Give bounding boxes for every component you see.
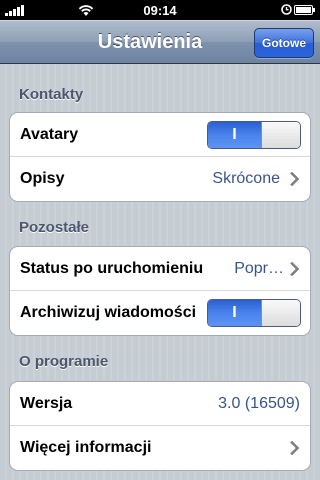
row-label: Avatary [20,125,79,143]
about-group: Wersja 3.0 (16509) Więcej informacji [9,381,311,471]
row-descriptions[interactable]: Opisy Skrócone [10,157,310,201]
row-value: Popr… [234,259,284,277]
row-label: Status po uruchomieniu [20,259,204,277]
archive-toggle[interactable]: I [207,299,301,327]
version-value: 3.0 (16509) [218,394,300,412]
done-button[interactable]: Gotowe [254,28,314,58]
alarm-icon [281,4,292,15]
avatars-toggle[interactable]: I [207,121,301,149]
row-version: Wersja 3.0 (16509) [10,382,310,426]
row-label: Opisy [20,170,65,187]
other-group: Status po uruchomieniu Popr… Archiwizuj … [9,246,311,336]
navigation-bar: Ustawienia Gotowe [0,20,320,64]
chevron-right-icon [290,172,300,186]
toggle-knob[interactable] [260,122,300,148]
section-header-other: Pozostałe [19,219,90,236]
row-archive-messages: Archiwizuj wiadomości I [10,291,310,335]
toggle-knob[interactable] [260,300,300,326]
section-header-contacts: Kontakty [19,86,84,103]
row-label: Archiwizuj wiadomości [20,304,197,321]
row-startup-status[interactable]: Status po uruchomieniu Popr… [10,247,310,291]
row-value: Skrócone [212,170,280,187]
status-time: 09:14 [143,3,177,18]
row-more-info[interactable]: Więcej informacji [10,426,310,470]
toggle-on-label: I [208,122,261,148]
status-bar: 09:14 [0,0,320,20]
page-title: Ustawienia [97,31,203,53]
toggle-on-label: I [208,300,261,326]
contacts-group: Avatary I Opisy Skrócone [9,112,311,202]
chevron-right-icon [290,262,300,276]
row-label: Wersja [20,394,73,412]
row-label: Więcej informacji [20,439,152,456]
chevron-right-icon [290,441,300,455]
section-header-about: O programie [19,353,109,370]
battery-icon [294,5,315,15]
row-avatars: Avatary I [10,113,310,157]
